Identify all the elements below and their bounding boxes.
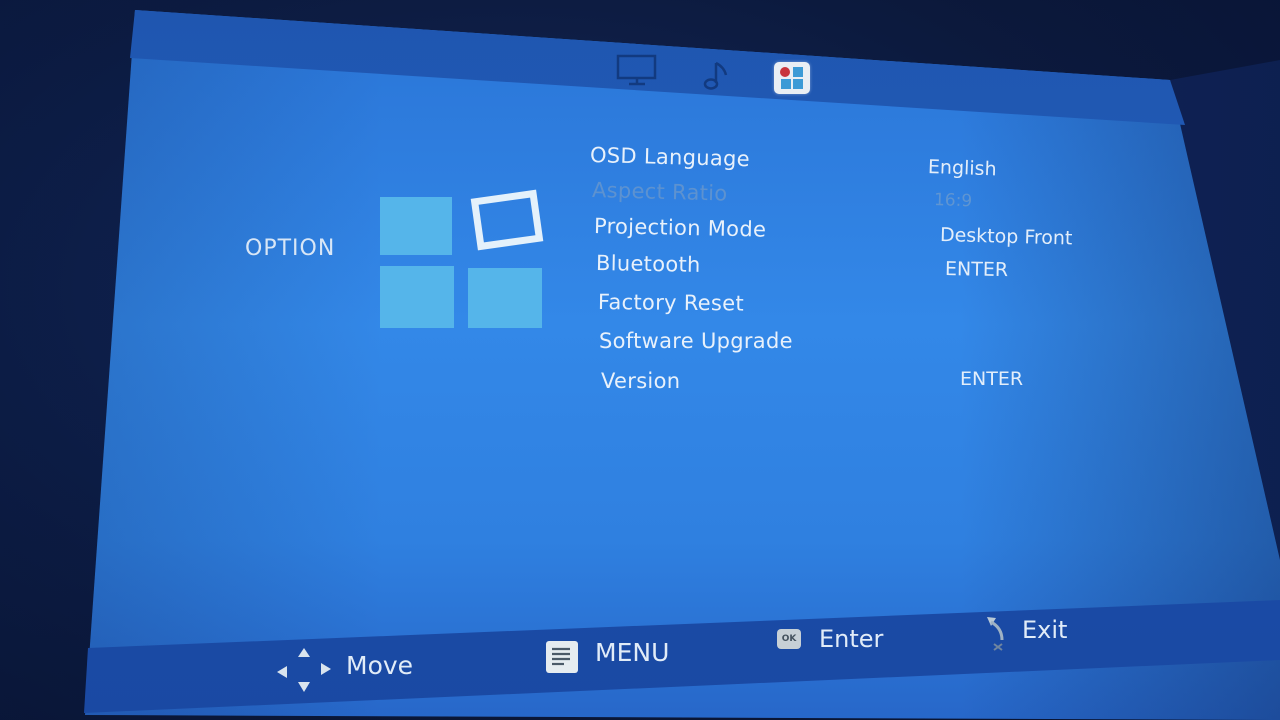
section-title: OPTION [245, 236, 336, 261]
menu-icon [546, 641, 578, 673]
tab-option[interactable] [774, 62, 810, 94]
monitor-icon [616, 54, 657, 86]
menu-value-aspect-ratio: 16:9 [933, 190, 973, 212]
menu-item-aspect-ratio: Aspect Ratio [591, 178, 728, 206]
logo-tile-top-right-outline [470, 189, 544, 251]
option-windows-icon [378, 188, 558, 333]
hint-menu: MENU [545, 636, 695, 680]
menu-value-version[interactable]: ENTER [960, 368, 1023, 390]
hint-menu-label: MENU [595, 638, 670, 667]
hint-enter-label: Enter [819, 625, 884, 653]
hint-exit-label: Exit [1022, 616, 1068, 644]
menu-item-projection-mode[interactable]: Projection Mode [594, 214, 767, 242]
menu-item-osd-language[interactable]: OSD Language [590, 143, 751, 171]
hint-exit: Exit [984, 612, 1094, 656]
logo-tile-top-left [380, 197, 452, 255]
music-note-icon [703, 61, 728, 90]
menu-value-projection-mode[interactable]: Desktop Front [940, 224, 1073, 249]
ok-icon-text: OK [781, 634, 797, 644]
menu-item-software-upgrade[interactable]: Software Upgrade [599, 329, 793, 353]
logo-tile-bottom-right [468, 268, 542, 328]
tab-sound[interactable] [700, 58, 732, 92]
tab-picture[interactable] [614, 52, 660, 88]
option-grid-icon [780, 67, 803, 89]
logo-tile-bottom-left [380, 266, 454, 328]
menu-item-factory-reset[interactable]: Factory Reset [598, 290, 744, 316]
menu-item-version[interactable]: Version [601, 369, 680, 393]
hint-enter: OK Enter [777, 625, 907, 665]
hint-move: Move [274, 645, 444, 695]
menu-item-bluetooth[interactable]: Bluetooth [596, 251, 701, 277]
return-arrow-icon [987, 617, 1004, 651]
ok-button-icon: OK [777, 629, 801, 649]
hint-move-label: Move [346, 651, 414, 680]
menu-value-bluetooth[interactable]: ENTER [945, 258, 1008, 281]
menu-value-osd-language[interactable]: English [928, 156, 997, 180]
dpad-arrows-icon [277, 648, 331, 692]
